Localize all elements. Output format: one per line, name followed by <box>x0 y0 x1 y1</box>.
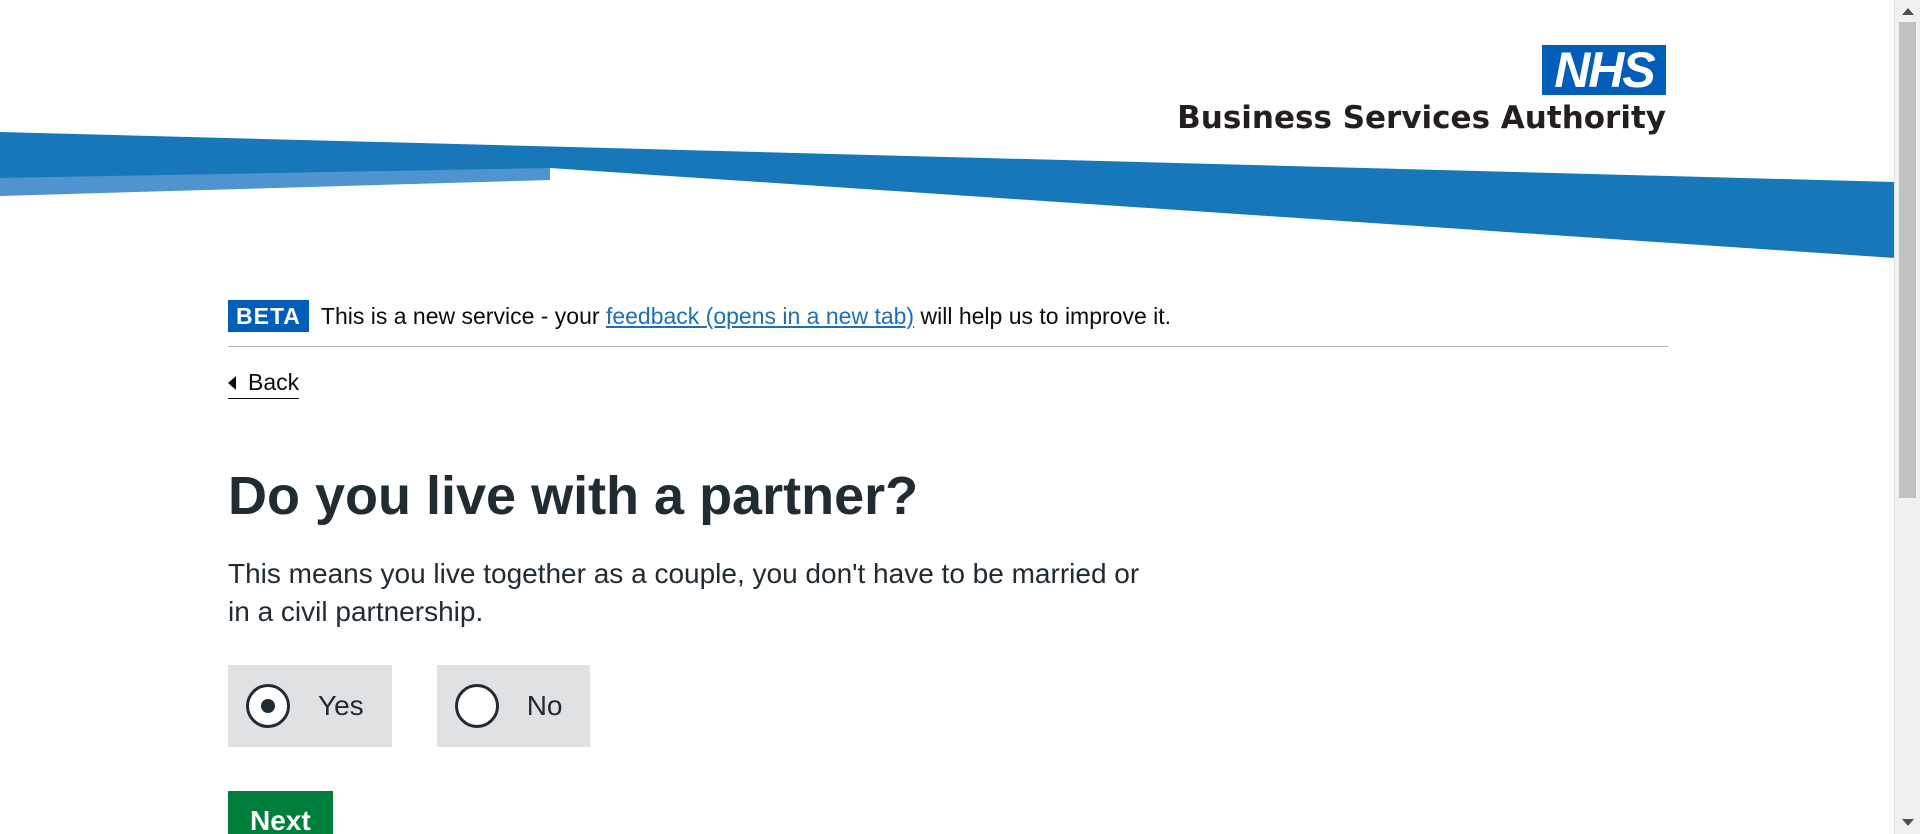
org-name: Business Services Authority <box>1177 100 1666 136</box>
beta-tag: BETA <box>228 300 309 332</box>
feedback-link[interactable]: feedback (opens in a new tab) <box>606 303 914 329</box>
vertical-scrollbar[interactable] <box>1894 0 1920 834</box>
question-hint: This means you live together as a couple… <box>228 558 1140 627</box>
page-title: Do you live with a partner? <box>228 466 919 526</box>
next-button[interactable]: Next <box>228 791 333 834</box>
scroll-down-arrow-icon[interactable] <box>1902 819 1914 826</box>
scroll-up-arrow-icon[interactable] <box>1902 8 1914 15</box>
page: NHS Business Services Authority BETA Thi… <box>0 0 1920 834</box>
radio-selected-dot <box>261 699 275 713</box>
back-link-label: Back <box>248 369 300 395</box>
beta-text: This is a new service - your feedback (o… <box>321 303 1171 330</box>
nhs-logo[interactable]: NHS <box>1542 45 1666 95</box>
radio-option-yes[interactable]: Yes <box>228 665 392 747</box>
scrollbar-thumb[interactable] <box>1899 22 1916 498</box>
main-container: BETA This is a new service - your feedba… <box>228 300 1668 834</box>
radio-label-no[interactable]: No <box>527 690 563 722</box>
radio-group: Yes No <box>228 665 1668 747</box>
beta-text-after: will help us to improve it. <box>920 302 1172 329</box>
radio-input-yes[interactable] <box>246 684 290 728</box>
nhs-logo-text: NHS <box>1554 42 1656 98</box>
beta-text-before: This is a new service - your <box>320 302 600 329</box>
radio-label-yes[interactable]: Yes <box>318 690 364 722</box>
radio-input-no[interactable] <box>454 684 499 728</box>
beta-banner: BETA This is a new service - your feedba… <box>228 300 1668 347</box>
header-wave-dark <box>0 132 1895 258</box>
chevron-left-icon <box>228 375 236 390</box>
radio-option-no[interactable]: No <box>436 665 591 747</box>
back-link[interactable]: Back <box>228 369 300 399</box>
